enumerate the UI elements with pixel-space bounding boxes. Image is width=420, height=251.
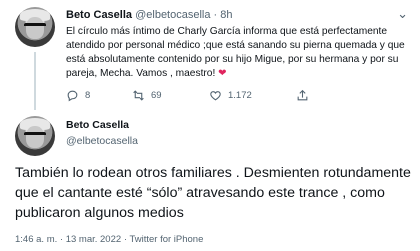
retweet-button[interactable]: 69 bbox=[132, 89, 162, 102]
retweet-count: 69 bbox=[151, 90, 162, 101]
separator-dot: · bbox=[59, 234, 64, 245]
author-name[interactable]: Beto Casella bbox=[66, 9, 132, 21]
thread-line bbox=[34, 52, 36, 110]
heart-emoji: ❤ bbox=[218, 68, 227, 79]
share-icon bbox=[297, 89, 308, 101]
like-icon bbox=[210, 91, 221, 101]
tweet-2-text: También lo rodean otros familiares . Des… bbox=[15, 165, 411, 221]
separator-dot: · bbox=[213, 9, 218, 21]
author-name[interactable]: Beto Casella bbox=[66, 119, 129, 131]
tweet-date[interactable]: 13 mar. 2022 bbox=[66, 234, 121, 245]
tweet-time[interactable]: 8h bbox=[220, 9, 232, 21]
avatar[interactable] bbox=[15, 116, 55, 156]
tweet-meta: 1:46 a. m. · 13 mar. 2022 · Twitter for … bbox=[15, 234, 203, 245]
avatar[interactable] bbox=[15, 7, 55, 47]
tweet-1[interactable]: Beto Casella @elbetocasella · 8h ⌄ El cí… bbox=[0, 0, 420, 110]
share-button[interactable] bbox=[296, 89, 309, 102]
tweet-text: El círculo más íntimo de Charly García i… bbox=[66, 26, 405, 79]
tweet-2-header: Beto Casella @elbetocasella bbox=[0, 113, 420, 159]
more-icon[interactable]: ⌄ bbox=[397, 6, 408, 22]
separator-dot: · bbox=[123, 234, 127, 245]
tweet-actions: 8 69 1.172 bbox=[66, 89, 396, 105]
author-handle[interactable]: @elbetocasella bbox=[135, 9, 210, 21]
tweet-header: Beto Casella @elbetocasella · 8h bbox=[66, 9, 233, 21]
like-count: 1.172 bbox=[228, 90, 252, 101]
tweet-source[interactable]: Twitter for iPhone bbox=[129, 234, 203, 245]
reply-icon bbox=[67, 90, 78, 102]
tweet-time[interactable]: 1:46 a. m. bbox=[15, 234, 57, 245]
retweet-icon bbox=[133, 90, 144, 101]
reply-count: 8 bbox=[85, 90, 91, 101]
author-handle[interactable]: @elbetocasella bbox=[66, 135, 138, 147]
like-button[interactable]: 1.172 bbox=[209, 89, 252, 102]
reply-button[interactable]: 8 bbox=[66, 89, 90, 102]
